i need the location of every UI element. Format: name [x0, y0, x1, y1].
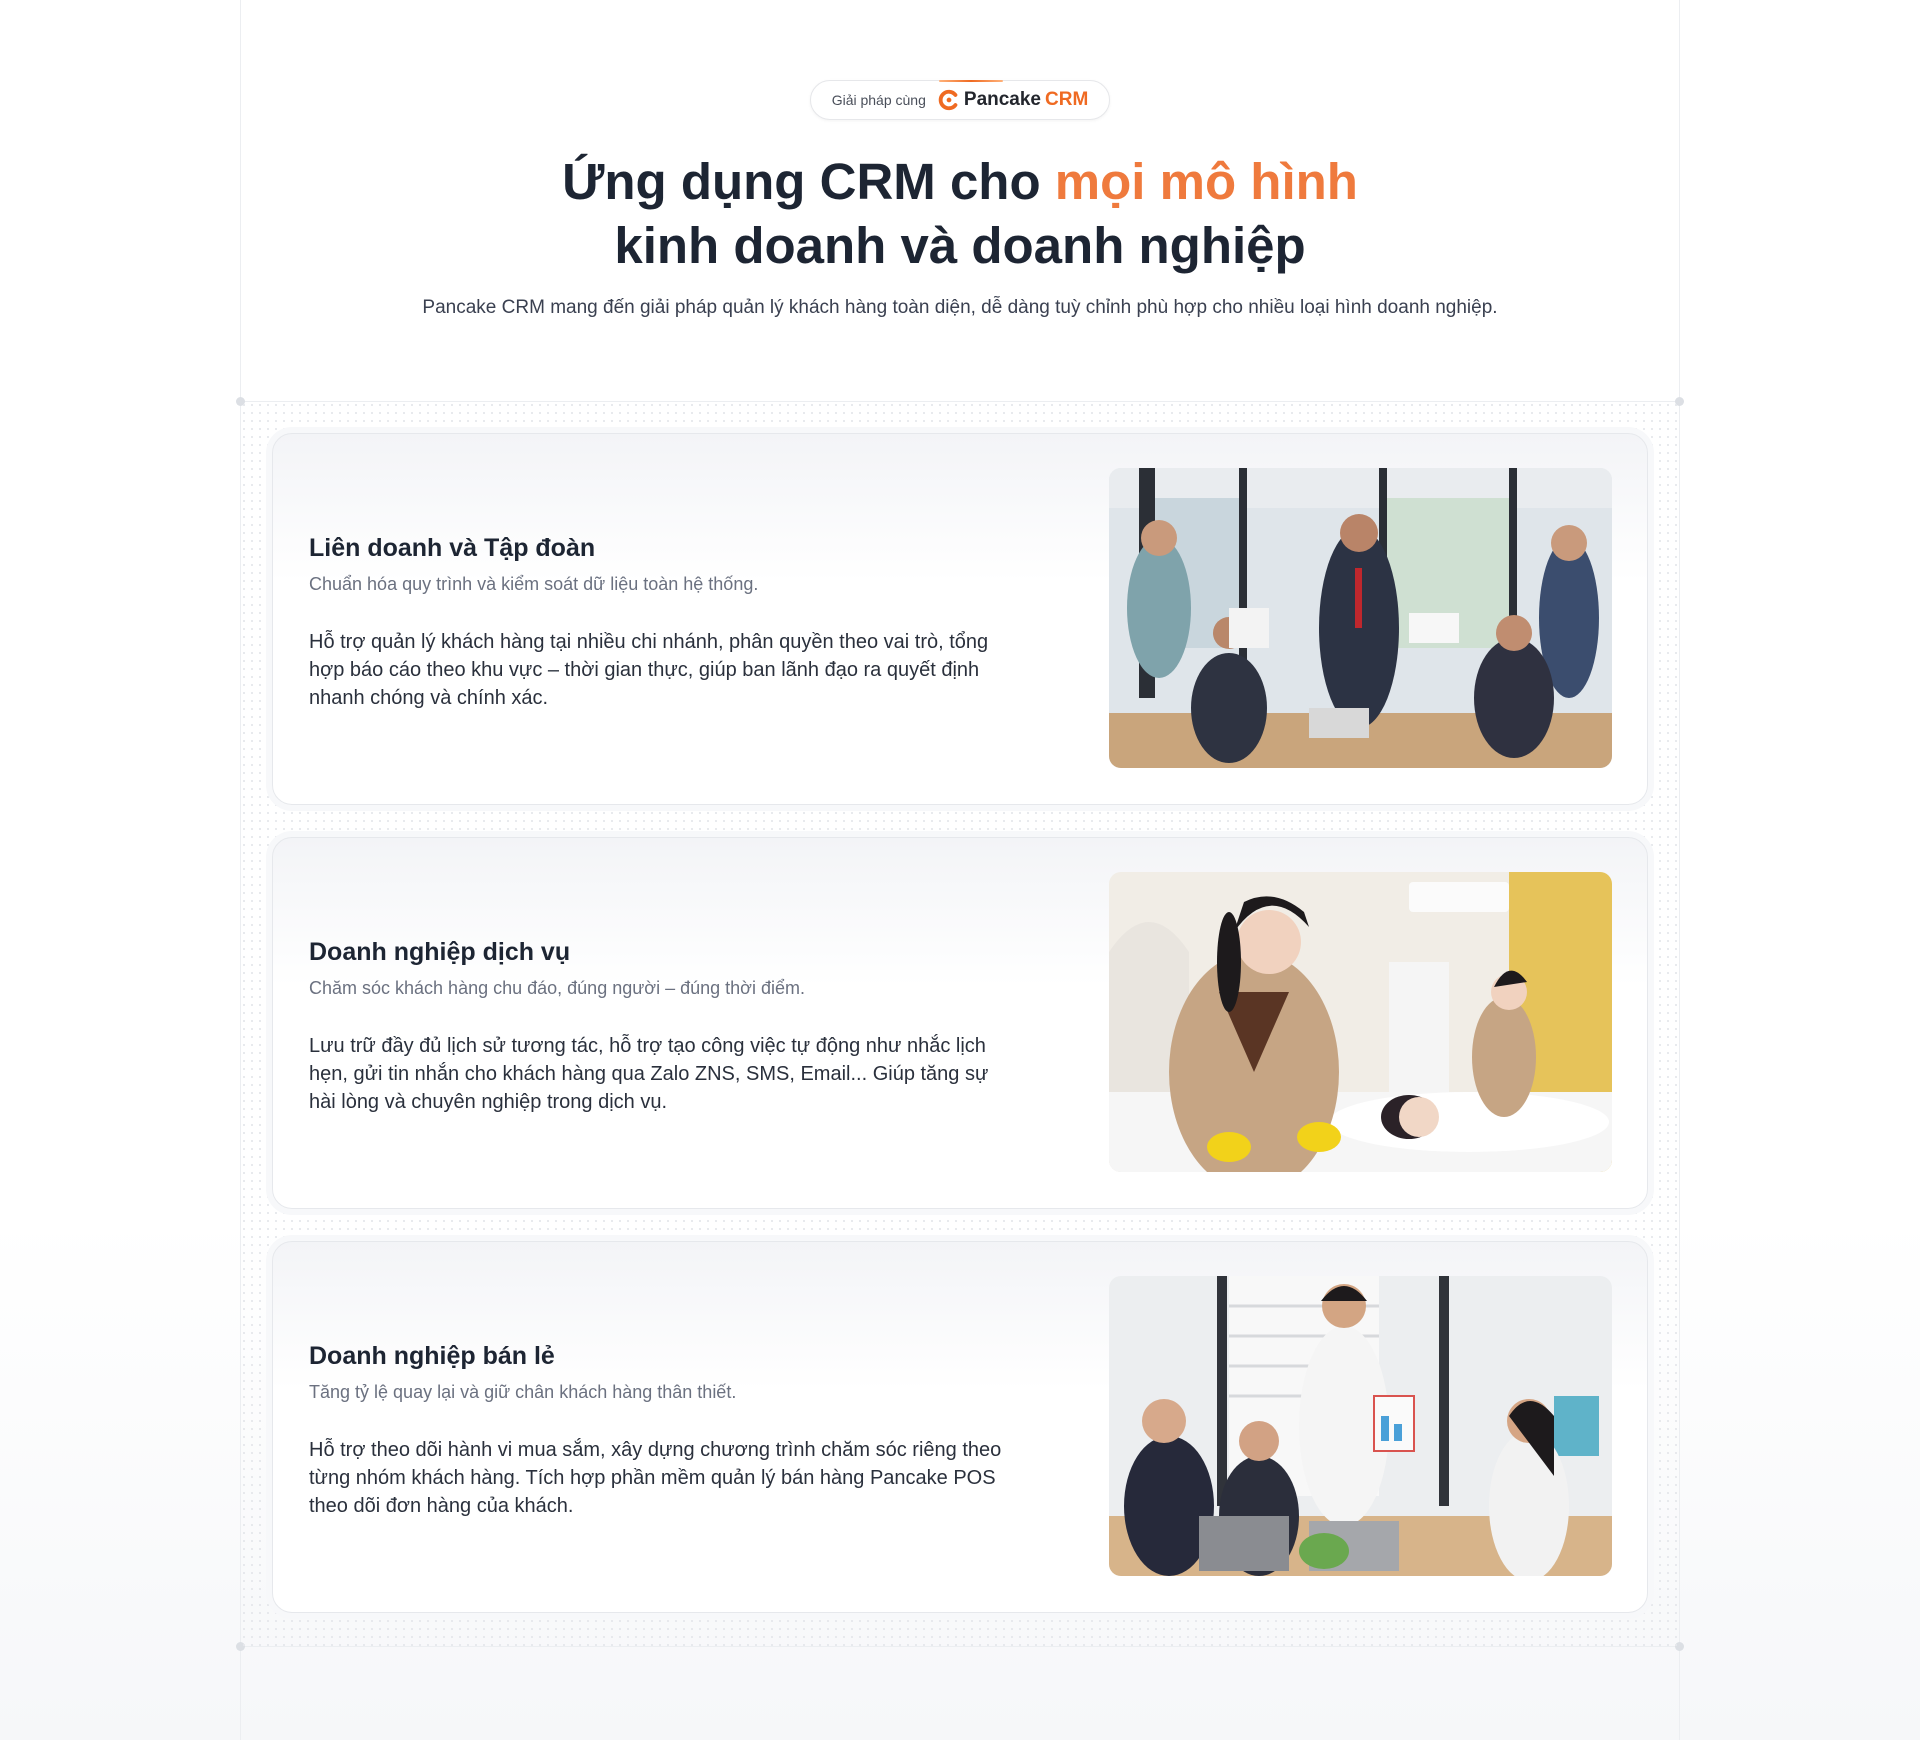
segment-card-retail: Doanh nghiệp bán lẻ Tăng tỷ lệ quay lại … — [272, 1241, 1648, 1613]
badge-accent-line — [939, 80, 1003, 82]
segment-description: Hỗ trợ quản lý khách hàng tại nhiều chi … — [309, 631, 989, 709]
spa-service-photo — [1109, 872, 1612, 1172]
segment-tagline: Chăm sóc khách hàng chu đáo, đúng người … — [309, 978, 805, 998]
segment-description: Hỗ trợ theo dõi hành vi mua sắm, xây dựn… — [309, 1439, 1002, 1517]
badge-label: Giải pháp cùng — [831, 92, 926, 108]
page-subtitle: Pancake CRM mang đến giải pháp quản lý k… — [422, 297, 1498, 318]
title-highlight: mọi mô hình — [1054, 153, 1358, 210]
solution-badge: Giải pháp cùng Pancake CRM — [810, 80, 1110, 120]
segment-title: Doanh nghiệp bán lẻ — [309, 1342, 555, 1370]
segment-title: Doanh nghiệp dịch vụ — [309, 938, 571, 966]
retail-team-photo — [1109, 1276, 1612, 1576]
segment-title: Liên doanh và Tập đoàn — [309, 534, 596, 562]
segment-description: Lưu trữ đầy đủ lịch sử tương tác, hỗ trợ… — [309, 1035, 989, 1113]
segment-tagline: Tăng tỷ lệ quay lại và giữ chân khách hà… — [309, 1382, 737, 1402]
title-line2: kinh doanh và doanh nghiệp — [614, 217, 1306, 274]
brand-logo[interactable]: Pancake CRM — [938, 89, 1088, 111]
pancake-logo-icon — [938, 89, 958, 111]
brand-suffix: CRM — [1045, 89, 1089, 110]
brand-name: Pancake — [963, 89, 1042, 110]
segment-tagline: Chuẩn hóa quy trình và kiểm soát dữ liệu… — [309, 574, 759, 594]
page-title: Ứng dụng CRM cho mọi mô hình kinh doanh … — [0, 150, 1920, 278]
segment-card-corporate: Liên doanh và Tập đoàn Chuẩn hóa quy trì… — [272, 433, 1648, 805]
title-part: Ứng dụng CRM cho — [562, 153, 1055, 210]
corporate-meeting-photo — [1109, 468, 1612, 768]
segment-card-service: Doanh nghiệp dịch vụ Chăm sóc khách hàng… — [272, 837, 1648, 1209]
